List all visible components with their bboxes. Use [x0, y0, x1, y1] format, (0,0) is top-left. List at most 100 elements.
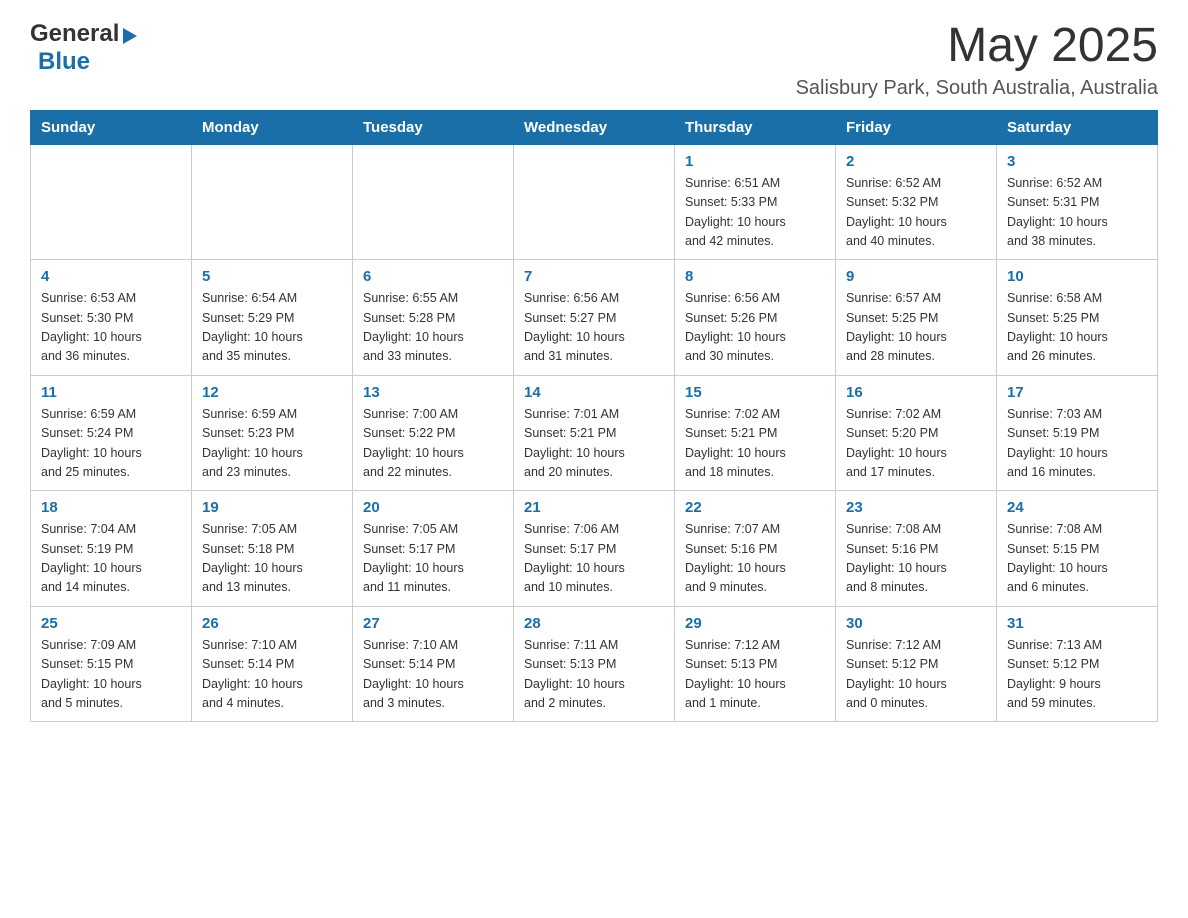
calendar-cell: 24 Sunrise: 7:08 AM Sunset: 5:15 PM Dayli…: [997, 491, 1158, 607]
calendar-header-friday: Friday: [836, 110, 997, 144]
month-title: May 2025: [796, 20, 1158, 73]
day-number: 3: [1007, 153, 1147, 170]
calendar-cell: 7Sunrise: 6:56 AM Sunset: 5:27 PM Daylig…: [514, 260, 675, 376]
day-number: 13: [363, 384, 503, 401]
calendar-cell: 9 Sunrise: 6:57 AM Sunset: 5:25 PM Daylig…: [836, 260, 997, 376]
day-number: 4: [41, 268, 181, 285]
calendar-cell: 18 Sunrise: 7:04 AM Sunset: 5:19 PM Dayli…: [31, 491, 192, 607]
calendar-cell: 8 Sunrise: 6:56 AM Sunset: 5:26 PM Daylig…: [675, 260, 836, 376]
day-number: 22: [685, 499, 825, 516]
day-number: 7: [524, 268, 664, 285]
day-info: Sunrise: 6:58 AM Sunset: 5:25 PM Dayligh…: [1007, 289, 1147, 367]
calendar-cell: 27Sunrise: 7:10 AM Sunset: 5:14 PM Dayli…: [353, 606, 514, 722]
day-info: Sunrise: 7:06 AM Sunset: 5:17 PM Dayligh…: [524, 520, 664, 598]
day-number: 16: [846, 384, 986, 401]
calendar-cell: 2 Sunrise: 6:52 AM Sunset: 5:32 PM Daylig…: [836, 144, 997, 260]
day-info: Sunrise: 7:13 AM Sunset: 5:12 PM Dayligh…: [1007, 636, 1147, 714]
calendar-cell: 6 Sunrise: 6:55 AM Sunset: 5:28 PM Daylig…: [353, 260, 514, 376]
day-number: 31: [1007, 615, 1147, 632]
day-number: 2: [846, 153, 986, 170]
calendar-header-saturday: Saturday: [997, 110, 1158, 144]
calendar-cell: 26Sunrise: 7:10 AM Sunset: 5:14 PM Dayli…: [192, 606, 353, 722]
calendar-cell: [31, 144, 192, 260]
calendar-cell: 5 Sunrise: 6:54 AM Sunset: 5:29 PM Daylig…: [192, 260, 353, 376]
calendar-cell: 12 Sunrise: 6:59 AM Sunset: 5:23 PM Dayli…: [192, 375, 353, 491]
day-number: 19: [202, 499, 342, 516]
day-number: 23: [846, 499, 986, 516]
day-info: Sunrise: 6:59 AM Sunset: 5:24 PM Dayligh…: [41, 405, 181, 483]
calendar-cell: 4Sunrise: 6:53 AM Sunset: 5:30 PM Daylig…: [31, 260, 192, 376]
calendar-cell: 15 Sunrise: 7:02 AM Sunset: 5:21 PM Dayli…: [675, 375, 836, 491]
day-info: Sunrise: 7:12 AM Sunset: 5:13 PM Dayligh…: [685, 636, 825, 714]
calendar-cell: 23 Sunrise: 7:08 AM Sunset: 5:16 PM Dayli…: [836, 491, 997, 607]
day-info: Sunrise: 7:08 AM Sunset: 5:16 PM Dayligh…: [846, 520, 986, 598]
calendar-cell: 3 Sunrise: 6:52 AM Sunset: 5:31 PM Daylig…: [997, 144, 1158, 260]
calendar-week-5: 25Sunrise: 7:09 AM Sunset: 5:15 PM Dayli…: [31, 606, 1158, 722]
day-info: Sunrise: 6:57 AM Sunset: 5:25 PM Dayligh…: [846, 289, 986, 367]
day-number: 11: [41, 384, 181, 401]
calendar-header-monday: Monday: [192, 110, 353, 144]
page-header: General Blue May 2025 Salisbury Park, So…: [30, 20, 1158, 100]
day-info: Sunrise: 6:52 AM Sunset: 5:31 PM Dayligh…: [1007, 174, 1147, 252]
calendar-week-4: 18 Sunrise: 7:04 AM Sunset: 5:19 PM Dayli…: [31, 491, 1158, 607]
calendar-cell: 28Sunrise: 7:11 AM Sunset: 5:13 PM Dayli…: [514, 606, 675, 722]
day-info: Sunrise: 7:04 AM Sunset: 5:19 PM Dayligh…: [41, 520, 181, 598]
day-info: Sunrise: 7:12 AM Sunset: 5:12 PM Dayligh…: [846, 636, 986, 714]
day-number: 14: [524, 384, 664, 401]
day-info: Sunrise: 7:02 AM Sunset: 5:21 PM Dayligh…: [685, 405, 825, 483]
day-number: 26: [202, 615, 342, 632]
day-info: Sunrise: 6:55 AM Sunset: 5:28 PM Dayligh…: [363, 289, 503, 367]
calendar-header-thursday: Thursday: [675, 110, 836, 144]
day-info: Sunrise: 7:05 AM Sunset: 5:17 PM Dayligh…: [363, 520, 503, 598]
calendar-table: SundayMondayTuesdayWednesdayThursdayFrid…: [30, 110, 1158, 723]
day-info: Sunrise: 6:52 AM Sunset: 5:32 PM Dayligh…: [846, 174, 986, 252]
calendar-cell: 19 Sunrise: 7:05 AM Sunset: 5:18 PM Dayli…: [192, 491, 353, 607]
day-number: 15: [685, 384, 825, 401]
calendar-cell: [192, 144, 353, 260]
calendar-header-tuesday: Tuesday: [353, 110, 514, 144]
day-info: Sunrise: 6:54 AM Sunset: 5:29 PM Dayligh…: [202, 289, 342, 367]
calendar-cell: 31 Sunrise: 7:13 AM Sunset: 5:12 PM Dayli…: [997, 606, 1158, 722]
day-info: Sunrise: 6:59 AM Sunset: 5:23 PM Dayligh…: [202, 405, 342, 483]
day-number: 5: [202, 268, 342, 285]
calendar-week-2: 4Sunrise: 6:53 AM Sunset: 5:30 PM Daylig…: [31, 260, 1158, 376]
logo-triangle-icon: [123, 28, 137, 44]
day-number: 24: [1007, 499, 1147, 516]
day-info: Sunrise: 7:07 AM Sunset: 5:16 PM Dayligh…: [685, 520, 825, 598]
calendar-cell: 25Sunrise: 7:09 AM Sunset: 5:15 PM Dayli…: [31, 606, 192, 722]
day-number: 17: [1007, 384, 1147, 401]
calendar-cell: 22 Sunrise: 7:07 AM Sunset: 5:16 PM Dayli…: [675, 491, 836, 607]
day-info: Sunrise: 6:51 AM Sunset: 5:33 PM Dayligh…: [685, 174, 825, 252]
calendar-week-1: 1 Sunrise: 6:51 AM Sunset: 5:33 PM Daylig…: [31, 144, 1158, 260]
day-number: 12: [202, 384, 342, 401]
day-number: 20: [363, 499, 503, 516]
day-number: 18: [41, 499, 181, 516]
calendar-cell: 21 Sunrise: 7:06 AM Sunset: 5:17 PM Dayli…: [514, 491, 675, 607]
day-info: Sunrise: 7:01 AM Sunset: 5:21 PM Dayligh…: [524, 405, 664, 483]
day-number: 10: [1007, 268, 1147, 285]
day-number: 1: [685, 153, 825, 170]
day-number: 25: [41, 615, 181, 632]
calendar-week-3: 11 Sunrise: 6:59 AM Sunset: 5:24 PM Dayli…: [31, 375, 1158, 491]
day-number: 30: [846, 615, 986, 632]
logo-blue-text: Blue: [38, 48, 90, 76]
day-number: 9: [846, 268, 986, 285]
day-info: Sunrise: 7:03 AM Sunset: 5:19 PM Dayligh…: [1007, 405, 1147, 483]
calendar-cell: 16Sunrise: 7:02 AM Sunset: 5:20 PM Dayli…: [836, 375, 997, 491]
calendar-cell: 1 Sunrise: 6:51 AM Sunset: 5:33 PM Daylig…: [675, 144, 836, 260]
day-info: Sunrise: 6:56 AM Sunset: 5:26 PM Dayligh…: [685, 289, 825, 367]
calendar-cell: [514, 144, 675, 260]
calendar-cell: 14 Sunrise: 7:01 AM Sunset: 5:21 PM Dayli…: [514, 375, 675, 491]
day-info: Sunrise: 7:05 AM Sunset: 5:18 PM Dayligh…: [202, 520, 342, 598]
title-block: May 2025 Salisbury Park, South Australia…: [796, 20, 1158, 100]
calendar-cell: [353, 144, 514, 260]
day-info: Sunrise: 7:10 AM Sunset: 5:14 PM Dayligh…: [363, 636, 503, 714]
day-number: 8: [685, 268, 825, 285]
logo: General Blue: [30, 20, 137, 76]
day-info: Sunrise: 7:08 AM Sunset: 5:15 PM Dayligh…: [1007, 520, 1147, 598]
day-number: 6: [363, 268, 503, 285]
location-title: Salisbury Park, South Australia, Austral…: [796, 77, 1158, 100]
logo-general-text: General: [30, 20, 119, 48]
calendar-header-sunday: Sunday: [31, 110, 192, 144]
day-number: 21: [524, 499, 664, 516]
